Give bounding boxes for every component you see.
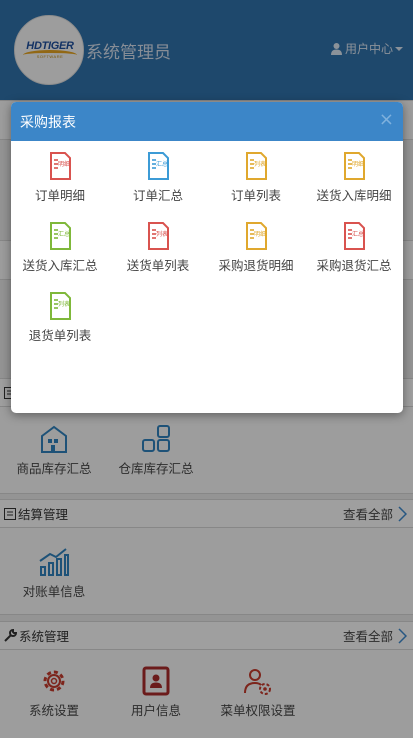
report-item[interactable]: 列表送货单列表 <box>109 222 207 274</box>
report-item[interactable]: 列表订单列表 <box>207 152 305 204</box>
report-label: 订单明细 <box>34 189 85 203</box>
svg-text:明细: 明细 <box>352 160 364 168</box>
svg-text:列表: 列表 <box>58 300 70 308</box>
report-item[interactable]: 明细订单明细 <box>11 152 109 204</box>
svg-text:汇总: 汇总 <box>352 230 364 238</box>
svg-text:列表: 列表 <box>156 230 168 238</box>
report-doc-icon: 列表 <box>148 222 169 250</box>
report-label: 订单列表 <box>230 189 281 203</box>
report-label: 采购退货汇总 <box>316 259 392 273</box>
report-label: 送货单列表 <box>126 259 190 273</box>
report-item[interactable]: 汇总采购退货汇总 <box>305 222 403 274</box>
report-item[interactable]: 汇总订单汇总 <box>109 152 207 204</box>
svg-text:汇总: 汇总 <box>58 230 70 238</box>
report-item[interactable]: 明细送货入库明细 <box>305 152 403 204</box>
close-icon[interactable]: × <box>379 110 394 130</box>
report-label: 送货入库汇总 <box>22 259 98 273</box>
report-item[interactable]: 列表退货单列表 <box>11 292 109 344</box>
purchase-report-dialog: 采购报表 × 明细 订单明细 汇总 订单汇总 列表 订单列表 明细 送货入库明细 汇总 送货入库汇… <box>11 102 403 413</box>
svg-text:列表: 列表 <box>254 160 266 168</box>
report-doc-icon: 汇总 <box>50 222 71 250</box>
report-label: 退货单列表 <box>28 329 92 343</box>
report-doc-icon: 汇总 <box>148 152 169 180</box>
dialog-title: 采购报表 <box>20 113 76 130</box>
report-doc-icon: 列表 <box>246 152 267 180</box>
report-doc-icon: 明细 <box>246 222 267 250</box>
report-doc-icon: 列表 <box>50 292 71 320</box>
dialog-header: 采购报表 × <box>11 102 403 141</box>
report-label: 采购退货明细 <box>218 259 294 273</box>
report-doc-icon: 明细 <box>344 152 365 180</box>
svg-text:汇总: 汇总 <box>156 160 168 168</box>
report-item[interactable]: 汇总送货入库汇总 <box>11 222 109 274</box>
svg-text:明细: 明细 <box>58 160 70 168</box>
report-label: 订单汇总 <box>132 189 183 203</box>
svg-text:明细: 明细 <box>254 230 266 238</box>
report-doc-icon: 明细 <box>50 152 71 180</box>
report-label: 送货入库明细 <box>316 189 392 203</box>
report-item[interactable]: 明细采购退货明细 <box>207 222 305 274</box>
report-doc-icon: 汇总 <box>344 222 365 250</box>
